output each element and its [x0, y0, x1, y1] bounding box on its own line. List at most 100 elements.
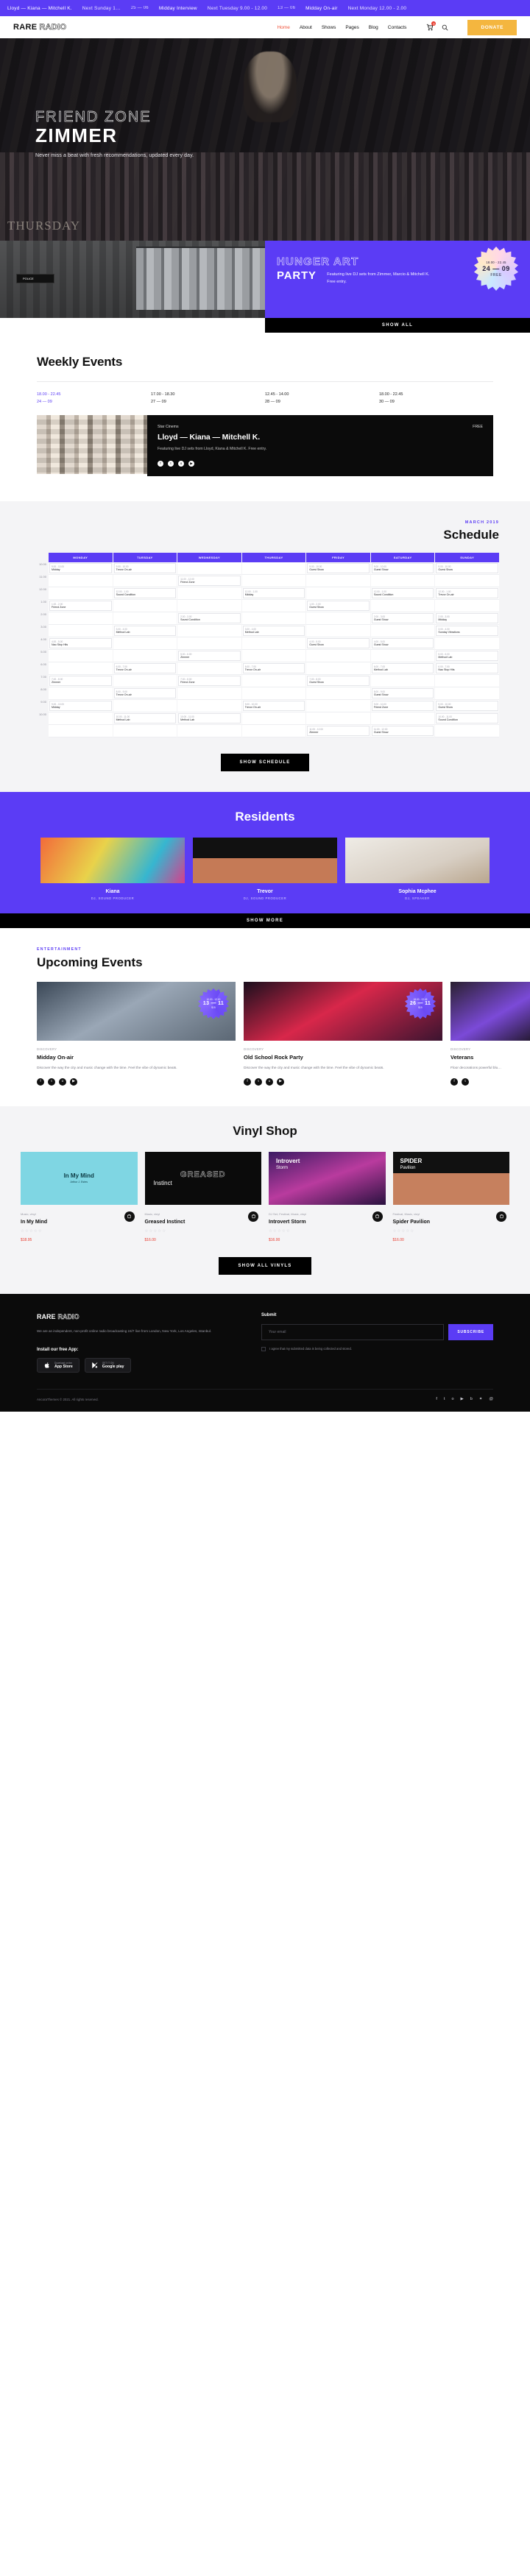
search-icon[interactable] [442, 24, 448, 31]
schedule-event[interactable]: 8.00 - 9.00 Guest Show [371, 687, 434, 698]
schedule-event[interactable]: 3.00 - 4.00 Sunday Vibrations [436, 625, 498, 636]
instagram-icon[interactable]: o [178, 460, 184, 467]
schedule-event[interactable]: 12.00 - 1.00 Sound Condition [113, 587, 177, 598]
schedule-event[interactable]: 3.00 - 4.00 Method Lab [242, 625, 305, 636]
schedule-event[interactable]: 2.00 - 3.00 Sound Condition [178, 612, 241, 623]
schedule-event[interactable]: 11.00 - 12.00 Guest Show [371, 725, 434, 736]
vinyl-card-2[interactable]: Introvert Storm DJ Set, Festival, Music,… [269, 1151, 386, 1242]
schedule-event[interactable]: 2.00 - 3.00 Midday [436, 612, 498, 623]
schedule-event[interactable]: 9.00 - 10.00 Trevor On-air [242, 700, 305, 711]
schedule-event[interactable]: 8.00 - 9.00 Trevor On-air [113, 687, 177, 698]
schedule-event[interactable]: 3.00 - 4.00 Method Lab [113, 625, 177, 636]
schedule-event[interactable]: 9.00 - 10.00 Midday [49, 700, 112, 711]
weekly-time-tab-1[interactable]: 17.00 - 18.30 27 — 09 [151, 391, 265, 406]
vinyl-rating-2[interactable]: ☆☆☆☆☆ [269, 1229, 386, 1234]
schedule-event[interactable]: 12.00 - 1.00 Sound Condition [371, 587, 434, 598]
footer-logo[interactable]: RARE RADIO [37, 1313, 225, 1321]
nav-item-blog[interactable]: Blog [369, 25, 378, 30]
schedule-event[interactable]: 10.00 - 11.00 Sound Condition [436, 712, 498, 723]
site-logo[interactable]: RARE RADIO [13, 23, 66, 32]
nav-item-contacts[interactable]: Contacts [388, 25, 407, 30]
schedule-event[interactable]: 6.00 - 7.00 Trevor On-air [242, 662, 305, 673]
facebook-icon[interactable]: f [244, 1078, 251, 1086]
ticker-item-title-0[interactable]: Lloyd — Kiana — Mitchell K. [7, 6, 72, 11]
google-play-button[interactable]: GET IT ON Google play [84, 1358, 131, 1373]
schedule-event[interactable]: 12.00 - 1.00 Trevor On-air [436, 587, 498, 598]
schedule-event[interactable]: 9.00 - 10.00 Trevor On-air [113, 562, 177, 573]
vinyl-card-3[interactable]: SPIDER Pavilion Festival, Music, vinyl S… [392, 1151, 510, 1242]
schedule-event[interactable]: 2.00 - 3.00 Guest Show [371, 612, 434, 623]
nav-item-about[interactable]: About [300, 25, 312, 30]
weekly-time-tab-0[interactable]: 18.00 - 22.45 24 — 09 [37, 391, 151, 406]
consent-checkbox[interactable] [261, 1346, 266, 1351]
schedule-event[interactable]: 1.00 - 2.00 Friend Zone [49, 600, 112, 611]
upcoming-card-2[interactable]: DISCOVERY Veterans Floor decorations pow… [451, 981, 530, 1086]
behance-icon[interactable]: b [470, 1397, 473, 1401]
schedule-event[interactable]: 9.00 - 10.00 Guest Show [436, 700, 498, 711]
nav-item-home[interactable]: Home [277, 25, 289, 30]
schedule-day-header-0[interactable]: MONDAY [49, 552, 113, 562]
weekly-time-tab-2[interactable]: 12.45 - 14.00 28 — 09 [265, 391, 379, 406]
weekly-time-tab-3[interactable]: 18.00 - 22.45 30 — 09 [379, 391, 493, 406]
resident-card-2[interactable]: Sophia Mcphee DJ, SPEAKER [345, 837, 490, 900]
add-to-cart-icon[interactable] [496, 1211, 506, 1222]
ticker-item-title-1[interactable]: Midday Interview [159, 6, 197, 11]
add-to-cart-icon[interactable] [372, 1211, 383, 1222]
cart-icon[interactable]: 0 [426, 21, 437, 31]
schedule-day-header-1[interactable]: TUESDAY [113, 552, 177, 562]
youtube-icon[interactable]: ▶ [461, 1397, 464, 1401]
schedule-event[interactable]: 6.00 - 7.00 Method Lab [371, 662, 434, 673]
schedule-event[interactable]: 9.00 - 10.00 Guest Show [436, 562, 498, 573]
twitter-icon[interactable]: t [48, 1078, 55, 1086]
show-all-vinyls-button[interactable]: SHOW ALL VINYLS [219, 1256, 311, 1275]
schedule-event[interactable]: 5.00 - 6.00 Method Lab [436, 650, 498, 661]
schedule-event[interactable]: 4.00 - 5.00 Guest Show [307, 637, 370, 648]
dribbble-icon[interactable]: ✦ [479, 1397, 483, 1401]
show-more-button[interactable]: SHOW MORE [0, 913, 530, 928]
schedule-day-header-4[interactable]: FRIDAY [306, 552, 370, 562]
vinyl-card-0[interactable]: In My Mind Arthur J. Estes Music, vinyl … [21, 1151, 138, 1242]
app-store-button[interactable]: Download on the App Store [37, 1358, 80, 1373]
schedule-event[interactable]: 6.00 - 7.00 Nao Stop Hits [436, 662, 498, 673]
facebook-icon[interactable]: f [37, 1078, 44, 1086]
youtube-icon[interactable]: ▶ [70, 1078, 77, 1086]
vinyl-rating-0[interactable]: ☆☆☆☆☆ [21, 1229, 138, 1234]
resident-card-0[interactable]: Kiana DJ, SOUND PRODUCER [40, 837, 185, 900]
resident-card-1[interactable]: Trevor DJ, SOUND PRODUCER [193, 837, 337, 900]
donate-button[interactable]: DONATE [467, 19, 517, 35]
schedule-day-header-6[interactable]: SUNDAY [435, 552, 499, 562]
twitter-icon[interactable]: t [255, 1078, 262, 1086]
show-all-button[interactable]: SHOW ALL [265, 318, 530, 333]
vinyl-rating-1[interactable]: ☆☆☆☆☆ [145, 1229, 262, 1234]
schedule-event[interactable]: 9.00 - 10.00 Guest Show [371, 562, 434, 573]
schedule-event[interactable]: 9.00 - 10.00 Friend Zone [371, 700, 434, 711]
twitter-icon[interactable]: t [168, 460, 174, 467]
facebook-icon[interactable]: f [436, 1397, 437, 1401]
schedule-event[interactable]: 9.00 - 10.00 Midday [49, 562, 112, 573]
instagram-icon[interactable]: o [59, 1078, 66, 1086]
facebook-icon[interactable]: f [451, 1078, 458, 1086]
promo-card[interactable]: HUNGER ART PARTY Featuring live DJ sets … [265, 241, 530, 318]
schedule-event[interactable]: 11.00 - 12.00 Friend Zone [178, 575, 241, 586]
schedule-event[interactable]: 4.00 - 5.00 Nao Stop Hits [49, 637, 112, 648]
schedule-event[interactable]: 11.00 - 12.00 Zimmer [307, 725, 370, 736]
consent-row[interactable]: I agree that my submitted data is being … [261, 1346, 493, 1351]
pinterest-icon[interactable]: @ [489, 1397, 493, 1401]
email-input[interactable] [261, 1323, 445, 1340]
schedule-event[interactable]: 4.00 - 5.00 Guest Show [371, 637, 434, 648]
instagram-icon[interactable]: o [451, 1397, 453, 1401]
vinyl-rating-3[interactable]: ☆☆☆☆☆ [393, 1229, 510, 1234]
youtube-icon[interactable]: ▶ [277, 1078, 284, 1086]
twitter-icon[interactable]: t [462, 1078, 469, 1086]
schedule-event[interactable]: 6.00 - 7.00 Trevor On-air [113, 662, 177, 673]
ticker-item-title-2[interactable]: Midday On-air [305, 6, 337, 11]
schedule-event[interactable]: 10.00 - 11.00 Method Lab [178, 712, 241, 723]
show-schedule-button[interactable]: SHOW SCHEDULE [220, 753, 310, 771]
add-to-cart-icon[interactable] [124, 1211, 135, 1222]
schedule-day-header-2[interactable]: WEDNESDAY [177, 552, 241, 562]
schedule-event[interactable]: 7.00 - 8.00 Guest Show [307, 675, 370, 686]
nav-item-shows[interactable]: Shows [322, 25, 336, 30]
schedule-event[interactable]: 10.00 - 11.00 Method Lab [113, 712, 177, 723]
twitter-icon[interactable]: t [444, 1397, 445, 1401]
schedule-event[interactable]: 5.00 - 6.00 Zimmer [178, 650, 241, 661]
